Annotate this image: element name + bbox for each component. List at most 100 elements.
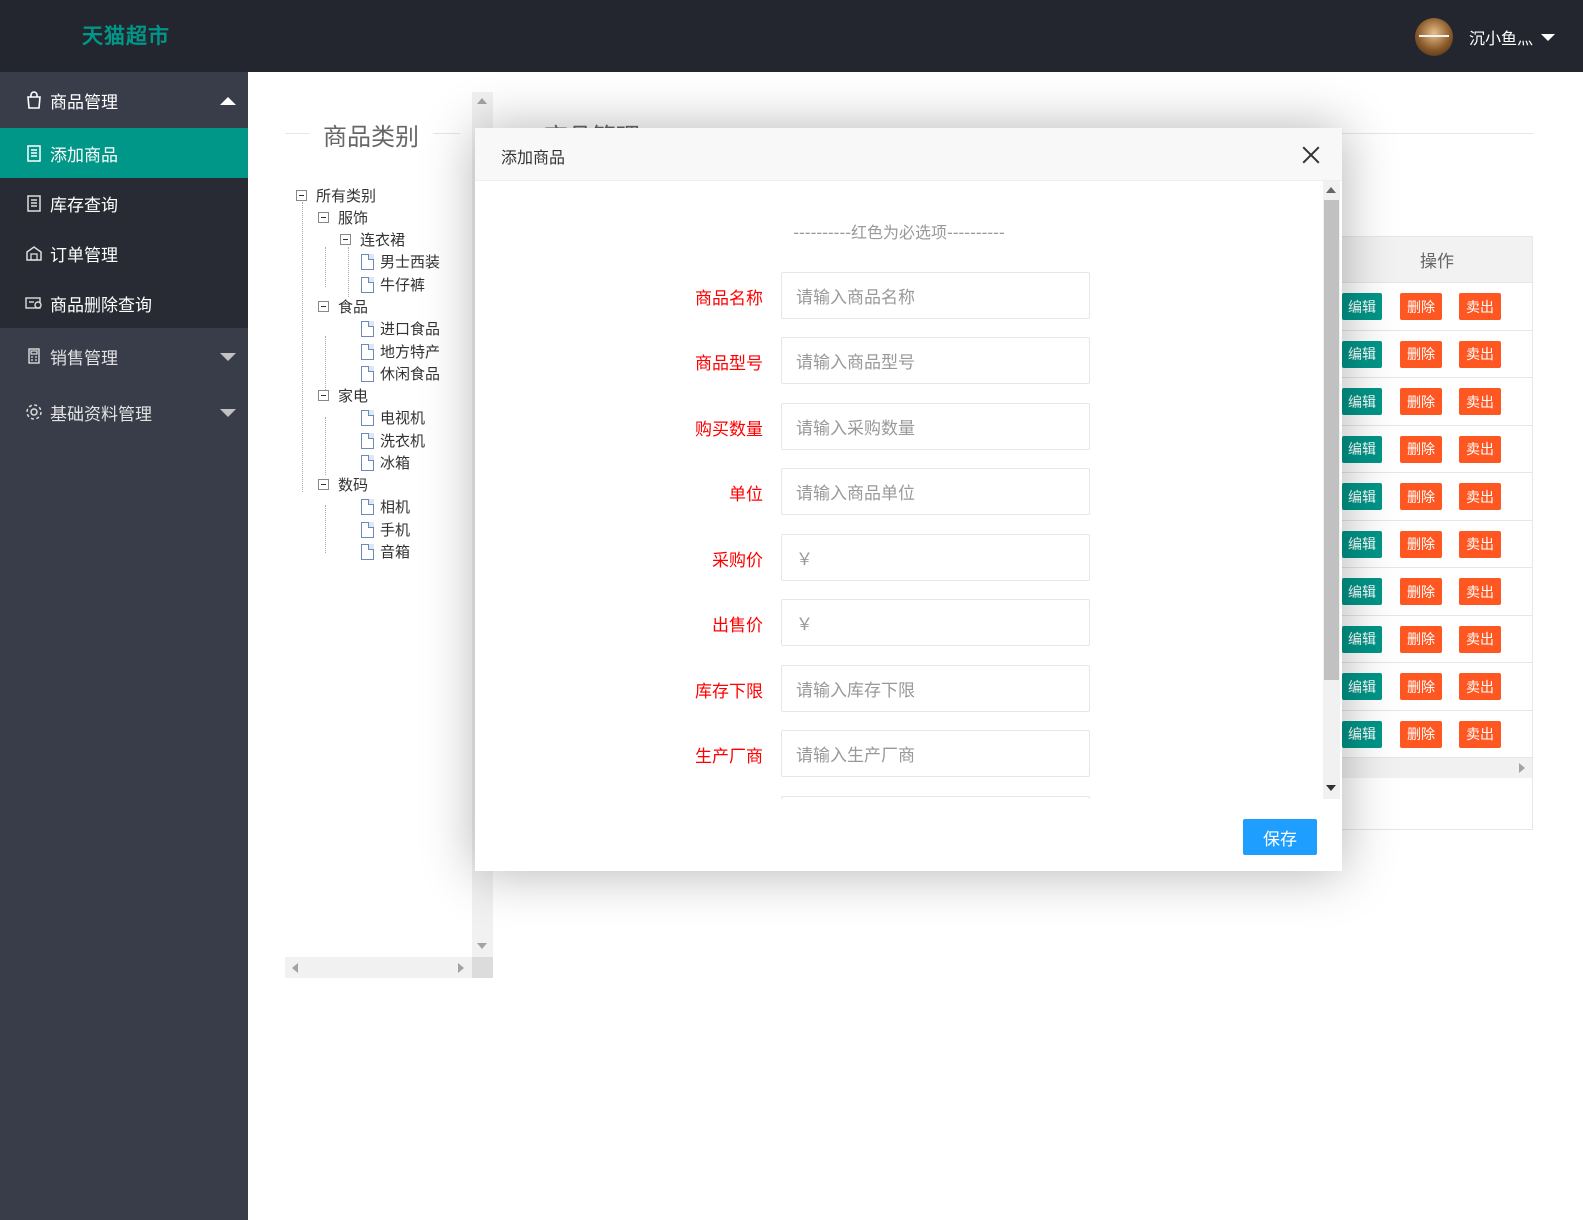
edit-button[interactable]: 编辑 [1342, 483, 1382, 510]
purchase-quantity-input[interactable]: 请输入采购数量 [781, 403, 1090, 450]
tree-node-label[interactable]: 手机 [380, 519, 410, 540]
save-button[interactable]: 保存 [1243, 819, 1317, 855]
delete-button[interactable]: 删除 [1400, 720, 1442, 748]
tree-node-camera[interactable]: 相机 [361, 496, 410, 517]
collapse-icon[interactable] [318, 212, 329, 223]
scroll-down-icon[interactable] [477, 943, 487, 949]
tree-node-label[interactable]: 地方特产 [380, 341, 440, 362]
manufacturer-input[interactable]: 请输入生产厂商 [781, 730, 1090, 777]
app-logo[interactable]: 天猫超市 [82, 20, 170, 50]
edit-button[interactable]: 编辑 [1342, 720, 1382, 748]
sidebar-item-deleted-product-query[interactable]: 商品删除查询 [0, 278, 248, 328]
tree-node-label[interactable]: 电视机 [380, 407, 425, 428]
sell-button[interactable]: 卖出 [1459, 293, 1501, 320]
product-model-input[interactable]: 请输入商品型号 [781, 337, 1090, 384]
tree-node-label[interactable]: 家电 [338, 385, 368, 406]
tree-node-fridge[interactable]: 冰箱 [361, 452, 410, 473]
sidebar-group-product-management[interactable]: 商品管理 [0, 72, 248, 128]
delete-button[interactable]: 删除 [1400, 530, 1442, 558]
collapse-icon[interactable] [296, 190, 307, 201]
delete-button[interactable]: 删除 [1400, 578, 1442, 605]
tree-node-jeans[interactable]: 牛仔裤 [361, 274, 425, 295]
delete-button[interactable]: 删除 [1400, 673, 1442, 700]
scroll-up-icon[interactable] [477, 98, 487, 104]
sell-button[interactable]: 卖出 [1459, 673, 1501, 700]
sidebar-group-basic-data-management[interactable]: 基础资料管理 [0, 384, 248, 440]
sidebar-group-sales-management[interactable]: 销售管理 [0, 328, 248, 384]
tree-node-food[interactable]: 食品 [318, 296, 368, 317]
edit-button[interactable]: 编辑 [1342, 293, 1382, 320]
collapse-icon[interactable] [318, 390, 329, 401]
tree-node-label[interactable]: 进口食品 [380, 318, 440, 339]
delete-button[interactable]: 删除 [1400, 388, 1442, 415]
collapse-icon[interactable] [318, 479, 329, 490]
sell-button[interactable]: 卖出 [1459, 530, 1501, 558]
collapse-icon[interactable] [340, 234, 351, 245]
delete-button[interactable]: 删除 [1400, 483, 1442, 510]
tree-node-label[interactable]: 所有类别 [316, 185, 376, 206]
tree-node-washer[interactable]: 洗衣机 [361, 430, 425, 451]
edit-button[interactable]: 编辑 [1342, 578, 1382, 605]
scroll-thumb[interactable] [1324, 200, 1339, 680]
sell-button[interactable]: 卖出 [1459, 340, 1501, 368]
tree-node-suit[interactable]: 男士西装 [361, 251, 440, 272]
tree-node-label[interactable]: 数码 [338, 474, 368, 495]
delete-button[interactable]: 删除 [1400, 625, 1442, 653]
edit-button[interactable]: 编辑 [1342, 388, 1382, 415]
scroll-down-icon[interactable] [1326, 785, 1336, 791]
tree-node-label[interactable]: 男士西装 [380, 251, 440, 272]
tree-node-audio[interactable]: 音箱 [361, 541, 410, 562]
scroll-right-icon[interactable] [1519, 763, 1525, 773]
edit-button[interactable]: 编辑 [1342, 340, 1382, 368]
edit-button[interactable]: 编辑 [1342, 673, 1382, 700]
collapse-icon[interactable] [318, 301, 329, 312]
sell-button[interactable]: 卖出 [1459, 435, 1501, 463]
tree-node-digital[interactable]: 数码 [318, 474, 368, 495]
scroll-up-icon[interactable] [1326, 187, 1336, 193]
sell-button[interactable]: 卖出 [1459, 720, 1501, 748]
sidebar-item-add-product[interactable]: 添加商品 [0, 128, 248, 178]
stock-lower-limit-input[interactable]: 请输入库存下限 [781, 665, 1090, 712]
sell-button[interactable]: 卖出 [1459, 483, 1501, 510]
sale-price-input[interactable]: ￥ [781, 599, 1090, 646]
delete-button[interactable]: 删除 [1400, 340, 1442, 368]
sell-button[interactable]: 卖出 [1459, 625, 1501, 653]
close-icon[interactable] [1300, 144, 1322, 166]
sidebar-item-inventory-query[interactable]: 库存查询 [0, 178, 248, 228]
edit-button[interactable]: 编辑 [1342, 435, 1382, 463]
tree-node-appliance[interactable]: 家电 [318, 385, 368, 406]
tree-node-snack[interactable]: 休闲食品 [361, 363, 440, 384]
tree-node-label[interactable]: 相机 [380, 496, 410, 517]
tree-node-phone[interactable]: 手机 [361, 519, 410, 540]
purchase-price-input[interactable]: ￥ [781, 534, 1090, 581]
sell-button[interactable]: 卖出 [1459, 388, 1501, 415]
tree-node-tv[interactable]: 电视机 [361, 407, 425, 428]
delete-button[interactable]: 删除 [1400, 293, 1442, 320]
scroll-right-icon[interactable] [458, 963, 464, 973]
tree-node-label[interactable]: 音箱 [380, 541, 410, 562]
chevron-down-icon[interactable] [1541, 33, 1555, 41]
tree-node-label[interactable]: 冰箱 [380, 452, 410, 473]
edit-button[interactable]: 编辑 [1342, 625, 1382, 653]
tree-node-label[interactable]: 食品 [338, 296, 368, 317]
tree-node-local-specialty[interactable]: 地方特产 [361, 341, 440, 362]
tree-node-label[interactable]: 牛仔裤 [380, 274, 425, 295]
tree-node-label[interactable]: 休闲食品 [380, 363, 440, 384]
tree-horizontal-scrollbar[interactable] [285, 957, 472, 978]
tree-node-root[interactable]: 所有类别 [296, 185, 376, 206]
tree-node-dress[interactable]: 连衣裙 [340, 229, 405, 250]
sidebar-item-order-management[interactable]: 订单管理 [0, 228, 248, 278]
tree-node-imported-food[interactable]: 进口食品 [361, 318, 440, 339]
tree-node-label[interactable]: 洗衣机 [380, 430, 425, 451]
product-name-input[interactable]: 请输入商品名称 [781, 272, 1090, 319]
scroll-left-icon[interactable] [292, 963, 298, 973]
tree-node-label[interactable]: 连衣裙 [360, 229, 405, 250]
sell-button[interactable]: 卖出 [1459, 578, 1501, 605]
avatar[interactable] [1414, 18, 1453, 56]
tree-node-clothing[interactable]: 服饰 [318, 207, 368, 228]
edit-button[interactable]: 编辑 [1342, 530, 1382, 558]
unit-input[interactable]: 请输入商品单位 [781, 468, 1090, 515]
delete-button[interactable]: 删除 [1400, 435, 1442, 463]
table-horizontal-scrollbar[interactable] [1342, 758, 1532, 778]
user-menu[interactable]: 沉小鱼灬 [1414, 18, 1555, 56]
